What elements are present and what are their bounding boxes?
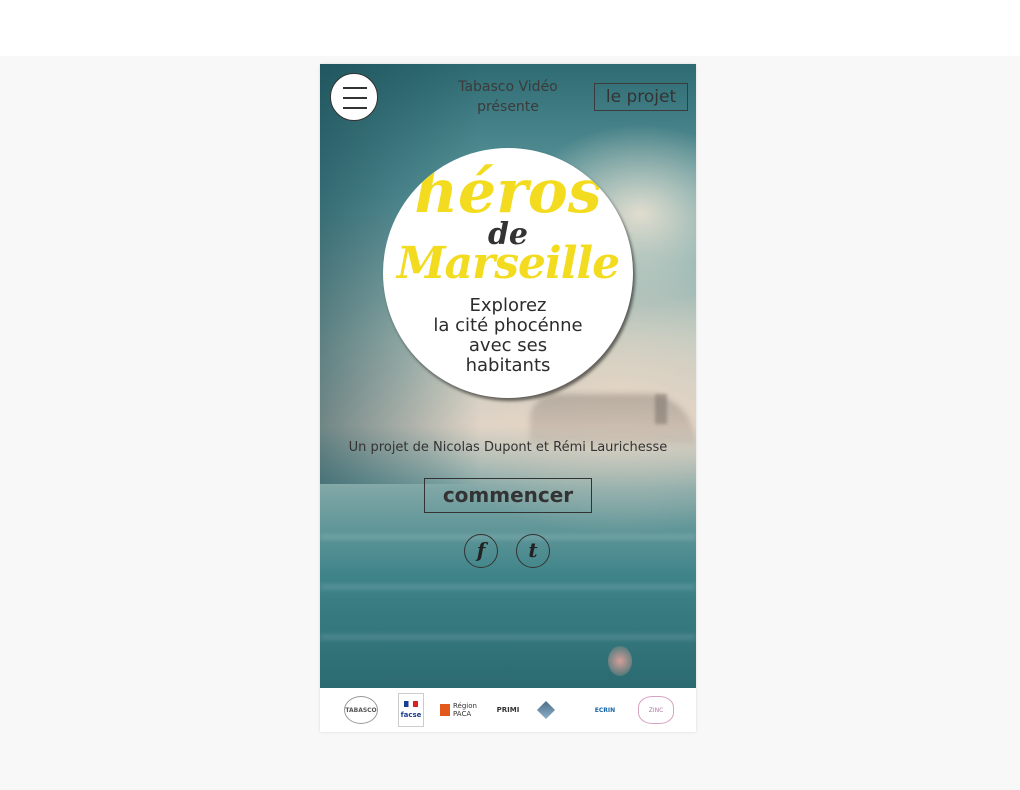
paca-square-icon	[440, 704, 450, 716]
fort-tower	[655, 394, 667, 424]
twitter-icon: t	[528, 538, 538, 562]
tagline-line4: habitants	[465, 355, 551, 376]
partner-logo-tabasco[interactable]: TABASCO	[344, 696, 378, 724]
partner-logo-paca[interactable]: Région PACA	[440, 696, 480, 724]
title-logo-circle: héros de Marseille Explorez la cité phoc…	[383, 148, 633, 398]
french-flag-icon	[404, 701, 418, 707]
start-button[interactable]: commencer	[424, 478, 592, 513]
wave	[320, 634, 696, 640]
tagline-line2: la cité phocénne	[433, 315, 583, 336]
menu-button[interactable]	[330, 73, 378, 121]
presenter-line1: Tabasco Vidéo	[458, 79, 558, 95]
twitter-button[interactable]: t	[516, 534, 550, 568]
project-button[interactable]: le projet	[594, 83, 688, 111]
tagline-line3: avec ses	[468, 335, 548, 356]
hero-background: Tabasco Vidéo présente le projet héros d…	[320, 64, 696, 688]
cube-icon	[536, 700, 556, 720]
wave	[320, 584, 696, 590]
logo-word-heros: héros	[414, 157, 602, 227]
partner-logo-facse[interactable]: facse	[398, 693, 424, 727]
facebook-button[interactable]: f	[464, 534, 498, 568]
city-skyline	[530, 394, 696, 444]
top-band	[0, 0, 1020, 56]
wave	[320, 534, 696, 540]
partner-logo-zinc[interactable]: ZINC	[638, 696, 674, 724]
tagline: Explorez la cité phocénne avec ses habit…	[403, 296, 613, 376]
presenter-line2: présente	[477, 99, 539, 115]
partner-logo-cube[interactable]	[536, 696, 578, 724]
project-credit: Un projet de Nicolas Dupont et Rémi Laur…	[348, 440, 668, 455]
partner-paca-label: Région PACA	[453, 702, 477, 718]
partner-logo-primi[interactable]: PRIMI	[488, 696, 528, 724]
logo-word-marseille: Marseille	[396, 238, 620, 289]
partner-logos-bar: TABASCO facse Région PACA PRIMI ECRIN ZI…	[320, 688, 696, 732]
partner-logo-ecrin[interactable]: ECRIN	[584, 696, 626, 724]
partner-facse-label: facse	[400, 711, 422, 719]
partner-paca-line1: Région	[453, 702, 477, 710]
tagline-line1: Explorez	[469, 295, 547, 316]
partner-paca-line2: PACA	[453, 710, 472, 718]
facebook-icon: f	[476, 538, 486, 562]
presenter-text: Tabasco Vidéo présente	[446, 77, 570, 117]
mobile-frame: Tabasco Vidéo présente le projet héros d…	[320, 64, 696, 732]
lens-flare	[608, 646, 632, 676]
